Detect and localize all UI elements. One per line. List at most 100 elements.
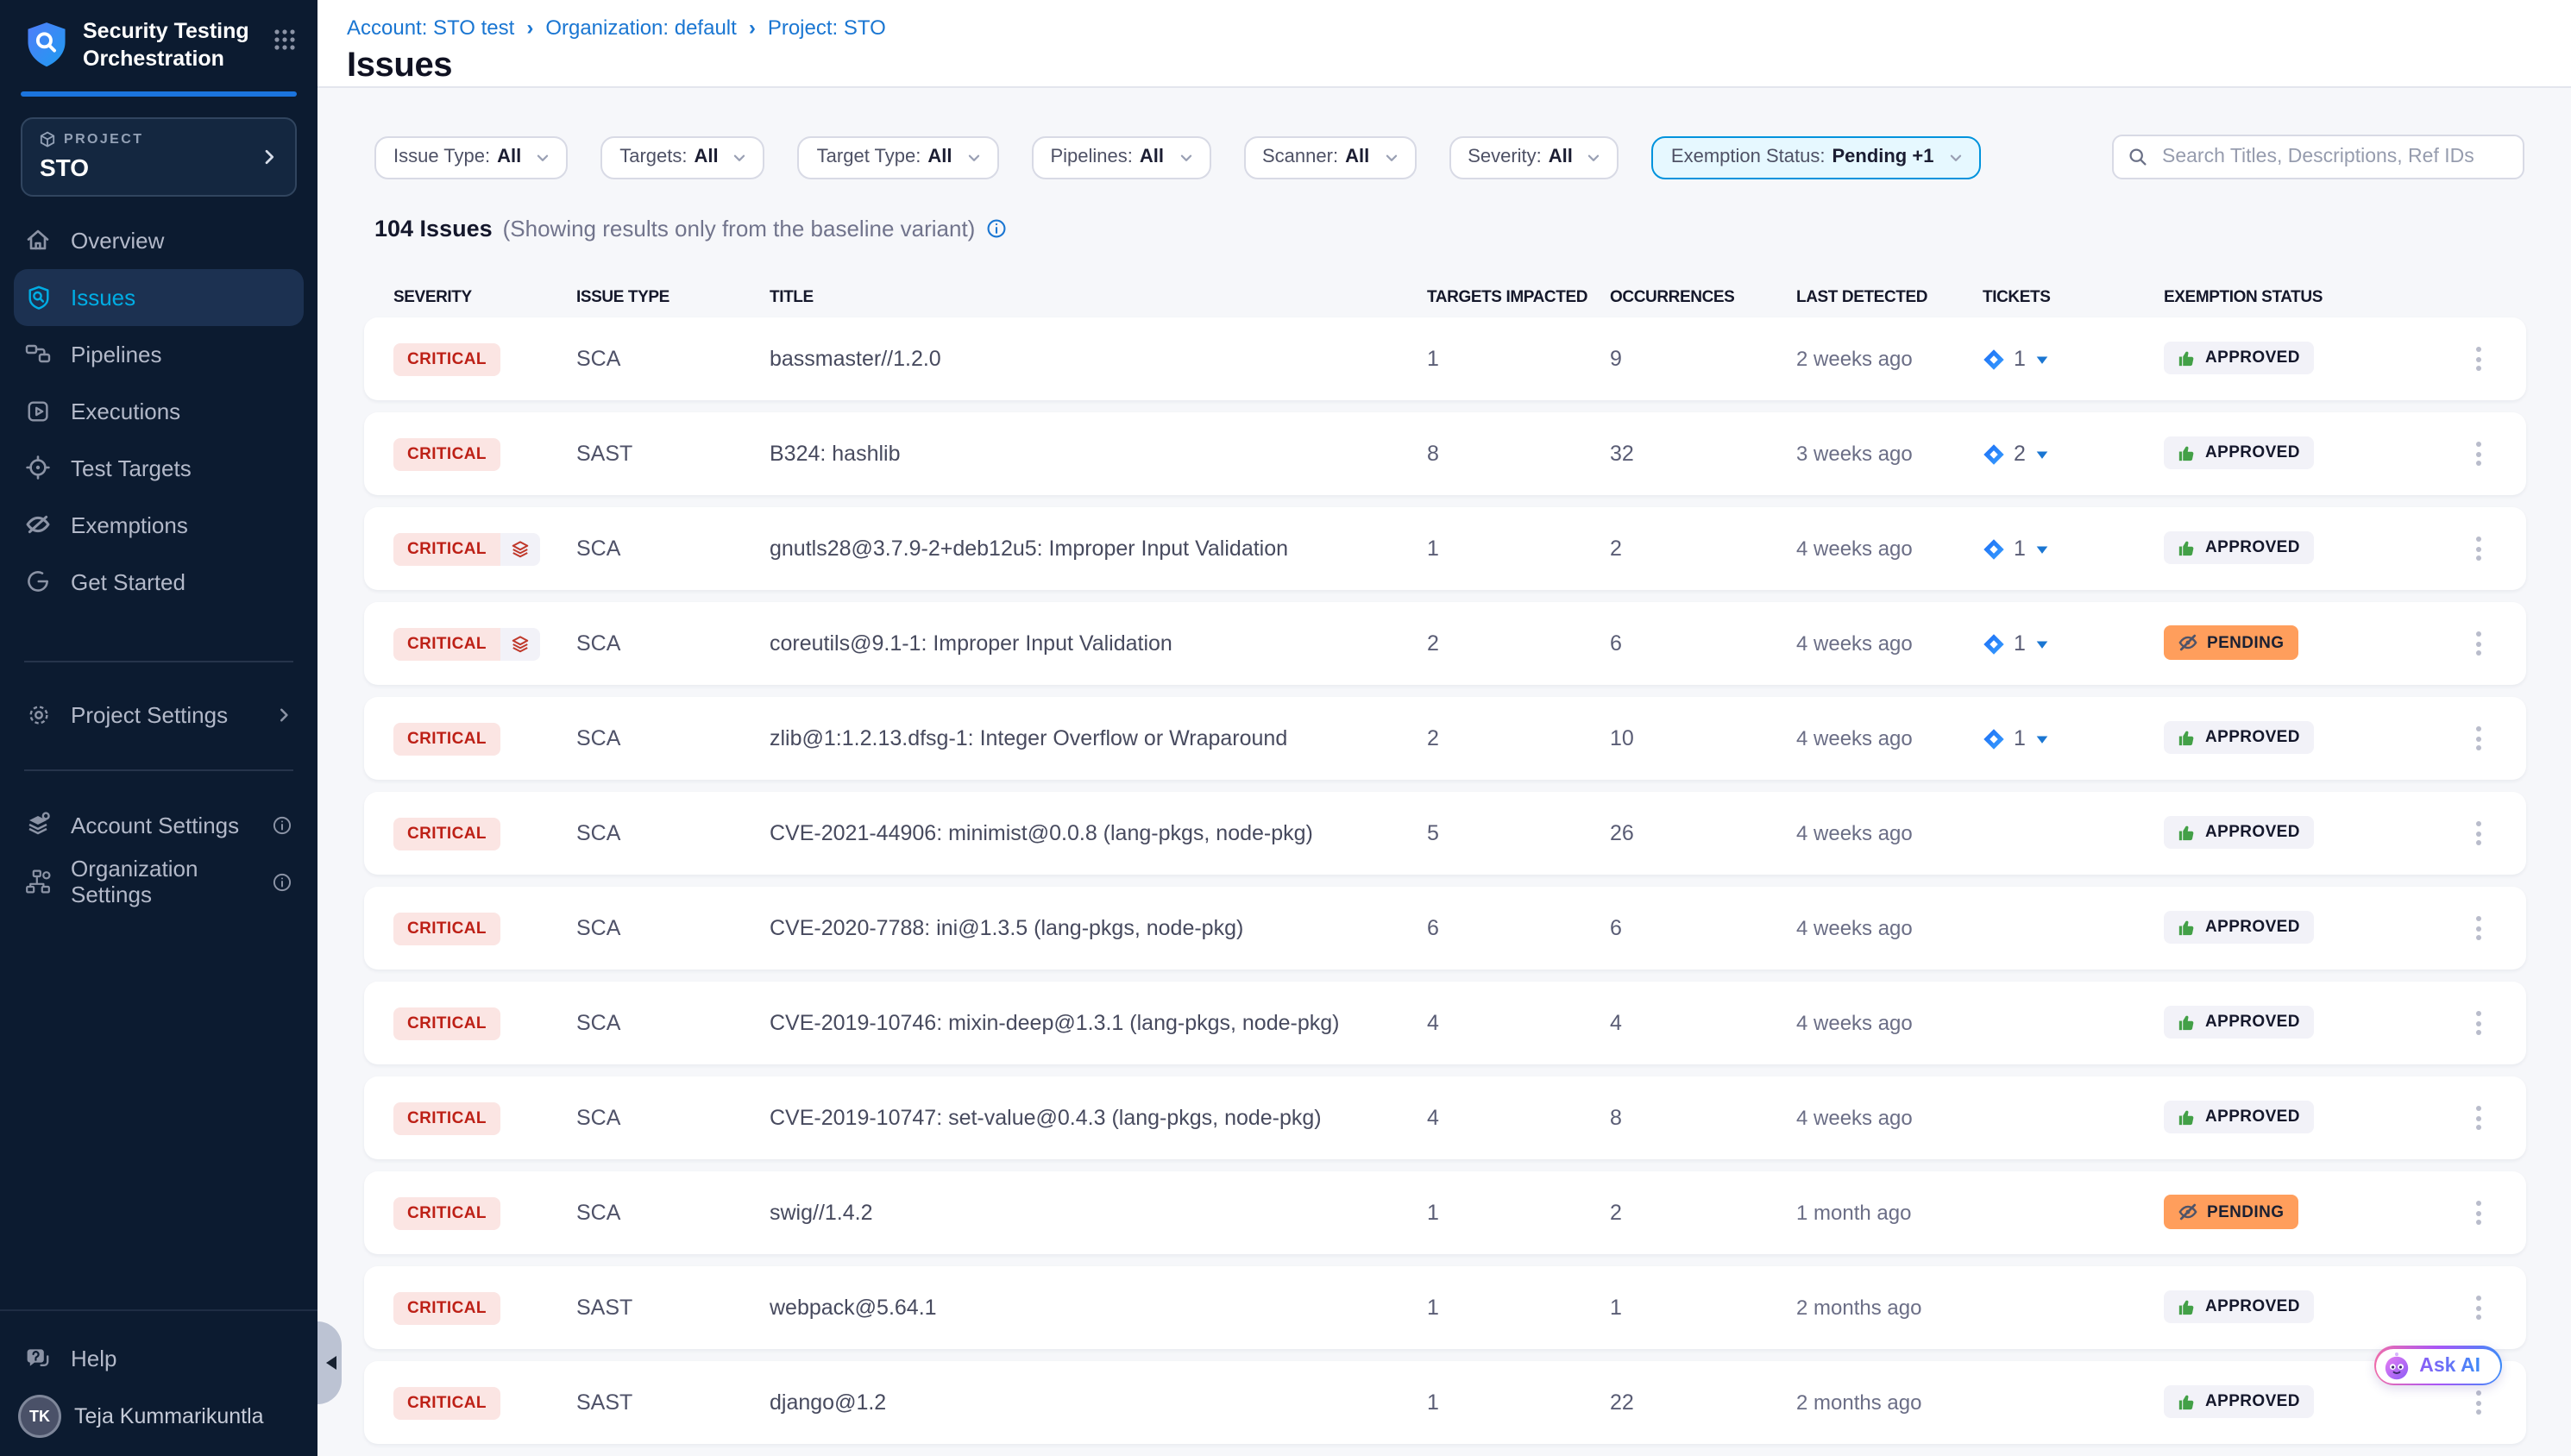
caret-down-icon	[2034, 543, 2050, 555]
table-row[interactable]: CRITICAL SCA gnutls28@3.7.9-2+deb12u5: I…	[364, 507, 2526, 590]
targets-impacted: 4	[1427, 1106, 1439, 1130]
thumbs-up-icon	[2178, 1392, 2197, 1411]
row-menu-button[interactable]	[2466, 909, 2492, 947]
sidebar-collapse-handle[interactable]	[317, 1321, 342, 1404]
sidebar-item-account-settings[interactable]: Account Settings	[0, 796, 317, 853]
get-started-icon	[24, 568, 52, 595]
chevron-down-icon	[1383, 149, 1399, 165]
row-menu-button[interactable]	[2466, 1384, 2492, 1421]
ticket-dropdown[interactable]: 1	[1983, 726, 2050, 750]
filter-label: Scanner:	[1262, 147, 1338, 167]
info-icon[interactable]	[271, 813, 293, 836]
sidebar-item-test-targets[interactable]: Test Targets	[0, 439, 317, 496]
severity-badge: CRITICAL	[393, 438, 500, 471]
row-menu-button[interactable]	[2466, 1289, 2492, 1327]
occurrences: 2	[1610, 1201, 1622, 1225]
sidebar-item-organization-settings[interactable]: Organization Settings	[0, 853, 317, 910]
results-count-line: 104 Issues (Showing results only from th…	[374, 216, 2571, 242]
ask-ai-button[interactable]: Ask AI	[2373, 1346, 2502, 1385]
filter-value: All	[1345, 147, 1369, 167]
issue-type: SCA	[576, 821, 620, 845]
issue-title: zlib@1:1.2.13.dfsg-1: Integer Overflow o…	[770, 726, 1287, 750]
severity-label: CRITICAL	[393, 723, 500, 756]
filter-label: Issue Type:	[393, 147, 490, 167]
exemption-status-label: APPROVED	[2205, 1013, 2300, 1032]
ticket-dropdown[interactable]: 1	[1983, 631, 2050, 656]
eye-slash-icon	[24, 511, 52, 538]
sidebar-item-get-started[interactable]: Get Started	[0, 553, 317, 610]
row-menu-button[interactable]	[2466, 435, 2492, 473]
issue-title: webpack@5.64.1	[770, 1296, 937, 1320]
table-row[interactable]: CRITICAL SCA CVE-2021-44906: minimist@0.…	[364, 792, 2526, 875]
sidebar-settings-group: Project Settings Account Settings	[0, 686, 317, 910]
filter-dropdown[interactable]: Pipelines:All	[1031, 135, 1210, 179]
targets-impacted: 2	[1427, 726, 1439, 750]
sidebar-item-project-settings[interactable]: Project Settings	[0, 686, 317, 743]
row-menu-button[interactable]	[2466, 530, 2492, 568]
row-menu-button[interactable]	[2466, 624, 2492, 662]
filter-dropdown[interactable]: Severity:All	[1449, 135, 1619, 179]
table-row[interactable]: CRITICAL SCA coreutils@9.1-1: Improper I…	[364, 602, 2526, 685]
sidebar-item-overview[interactable]: Overview	[0, 211, 317, 268]
sidebar-item-exemptions[interactable]: Exemptions	[0, 496, 317, 553]
jira-icon	[1983, 632, 2005, 655]
row-menu-button[interactable]	[2466, 814, 2492, 852]
exemption-status-badge: APPROVED	[2164, 1290, 2314, 1323]
ticket-dropdown[interactable]: 1	[1983, 347, 2050, 371]
breadcrumb-separator: ›	[749, 16, 756, 40]
ticket-dropdown[interactable]: 2	[1983, 442, 2050, 466]
row-menu-button[interactable]	[2466, 719, 2492, 757]
last-detected: 4 weeks ago	[1796, 916, 1913, 940]
filter-dropdown[interactable]: Exemption Status:Pending +1	[1652, 135, 1981, 179]
breadcrumb-link[interactable]: Project: STO	[768, 16, 886, 40]
severity-badge: CRITICAL	[393, 1197, 500, 1230]
search-input[interactable]	[2159, 145, 2509, 169]
occurrences: 6	[1610, 916, 1622, 940]
info-icon[interactable]	[271, 870, 293, 893]
table-row[interactable]: CRITICAL SCA CVE-2019-10746: mixin-deep@…	[364, 982, 2526, 1064]
filter-dropdown[interactable]: Targets:All	[600, 135, 764, 179]
severity-badge: CRITICAL	[393, 343, 500, 376]
column-header: TITLE	[770, 288, 814, 307]
table-row[interactable]: CRITICAL SCA swig//1.4.2 1 2 1 month ago	[364, 1171, 2526, 1254]
row-menu-button[interactable]	[2466, 340, 2492, 378]
user-menu[interactable]: TK Teja Kummarikuntla	[0, 1387, 317, 1435]
project-selector[interactable]: PROJECT STO	[21, 116, 297, 196]
table-row[interactable]: CRITICAL SCA zlib@1:1.2.13.dfsg-1: Integ…	[364, 697, 2526, 780]
table-row[interactable]: CRITICAL SCA bassmaster//1.2.0 1 9 2 wee…	[364, 317, 2526, 400]
breadcrumb-link[interactable]: Account: STO test	[347, 16, 514, 40]
table-row[interactable]: CRITICAL SAST django@1.2 1 22 2 months a…	[364, 1361, 2526, 1444]
table-row[interactable]: CRITICAL SCA CVE-2019-10747: set-value@0…	[364, 1076, 2526, 1159]
sidebar-item-issues[interactable]: Issues	[14, 268, 304, 325]
column-header: TARGETS IMPACTED	[1427, 288, 1587, 307]
severity-label: CRITICAL	[393, 1007, 500, 1040]
column-header: OCCURRENCES	[1610, 288, 1734, 307]
chevron-right-icon	[259, 146, 280, 166]
row-menu-button[interactable]	[2466, 1004, 2492, 1042]
sidebar-item-help[interactable]: Help	[0, 1330, 317, 1387]
last-detected: 2 months ago	[1796, 1296, 1921, 1320]
table-row[interactable]: CRITICAL SAST B324: hashlib 8 32 3 weeks…	[364, 412, 2526, 495]
occurrences: 4	[1610, 1011, 1622, 1035]
targets-impacted: 1	[1427, 1296, 1439, 1320]
occurrences: 9	[1610, 347, 1622, 371]
issue-type: SCA	[576, 537, 620, 561]
row-menu-button[interactable]	[2466, 1099, 2492, 1137]
cube-icon	[40, 130, 55, 147]
filter-dropdown[interactable]: Issue Type:All	[374, 135, 568, 179]
ticket-dropdown[interactable]: 1	[1983, 537, 2050, 561]
row-menu-button[interactable]	[2466, 1194, 2492, 1232]
sidebar-item-pipelines[interactable]: Pipelines	[0, 325, 317, 382]
table-row[interactable]: CRITICAL SAST webpack@5.64.1 1 1 2 month…	[364, 1266, 2526, 1349]
caret-down-icon	[2034, 353, 2050, 365]
issue-type: SAST	[576, 1296, 632, 1320]
sidebar-item-executions[interactable]: Executions	[0, 382, 317, 439]
chevron-down-icon	[1587, 149, 1602, 165]
table-row[interactable]: CRITICAL SCA CVE-2020-7788: ini@1.3.5 (l…	[364, 887, 2526, 970]
breadcrumb-link[interactable]: Organization: default	[545, 16, 737, 40]
filter-dropdown[interactable]: Target Type:All	[798, 135, 999, 179]
info-icon[interactable]	[985, 217, 1008, 240]
app-switcher-grid-icon[interactable]	[273, 28, 297, 60]
severity-badge: CRITICAL	[393, 723, 500, 756]
filter-dropdown[interactable]: Scanner: All	[1243, 135, 1416, 179]
